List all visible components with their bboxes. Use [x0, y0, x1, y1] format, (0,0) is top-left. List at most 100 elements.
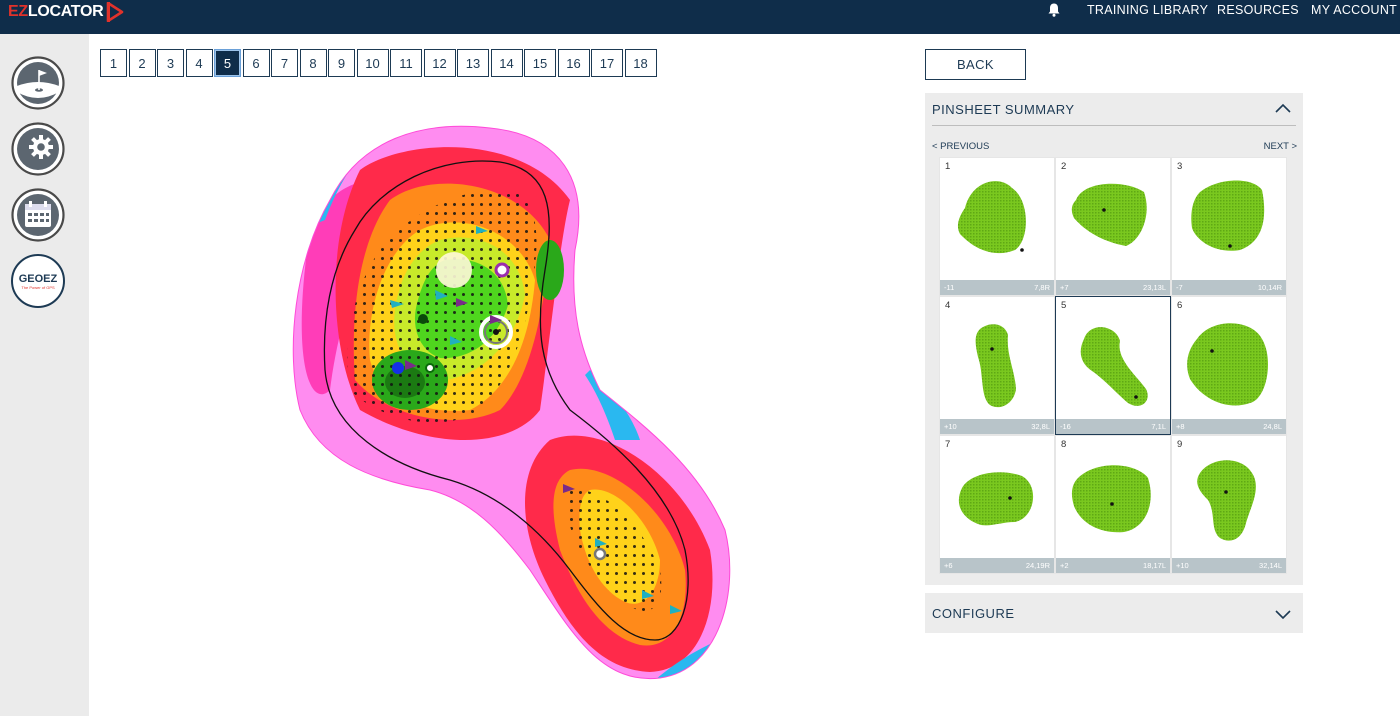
green-shape-icon: [1080, 327, 1148, 406]
card-footer: +7 23,13L: [1056, 280, 1170, 295]
ezlocator-logo[interactable]: EZLOCATOR: [8, 2, 124, 22]
card-offset-left: +10: [944, 422, 957, 431]
pinsheet-card-1[interactable]: 1 -11 7,8R: [939, 157, 1055, 296]
pin-position-dot: [1102, 208, 1106, 212]
card-offset-left: +6: [944, 561, 953, 570]
chevron-down-icon[interactable]: [1275, 608, 1291, 620]
card-offset-right: 32,14L: [1259, 561, 1282, 570]
pin-position-dot: [1134, 395, 1138, 399]
hole-button-2[interactable]: 2: [128, 49, 156, 77]
card-offset-right: 7,1L: [1151, 422, 1166, 431]
hole-button-3[interactable]: 3: [157, 49, 184, 77]
hole-button-1[interactable]: 1: [100, 49, 127, 77]
golf-hole-icon[interactable]: [11, 56, 65, 110]
pinsheet-card-7[interactable]: 7 +6 24,19R: [939, 435, 1055, 574]
logo-text-locator: LOCATOR: [27, 3, 104, 20]
settings-gear-icon[interactable]: [11, 122, 65, 176]
chevron-up-icon[interactable]: [1275, 102, 1291, 114]
divider: [932, 125, 1296, 126]
card-offset-right: 24,8L: [1263, 422, 1282, 431]
card-offset-left: +8: [1176, 422, 1185, 431]
previous-link[interactable]: < PREVIOUS: [932, 141, 989, 152]
card-footer: +6 24,19R: [940, 558, 1054, 573]
card-offset-left: -7: [1176, 283, 1183, 292]
pinsheet-summary-panel: PINSHEET SUMMARY < PREVIOUS NEXT > 1 -11 7…: [925, 93, 1303, 585]
card-offset-left: -11: [944, 283, 955, 292]
pinsheet-card-9[interactable]: 9 +10 32,14L: [1171, 435, 1287, 574]
green-slope-heatmap[interactable]: [270, 110, 750, 690]
pin-position-dot: [1228, 244, 1232, 248]
pinsheet-card-2[interactable]: 2 +7 23,13L: [1055, 157, 1171, 296]
hole-button-16[interactable]: 16: [557, 49, 590, 77]
configure-header[interactable]: CONFIGURE: [925, 593, 1303, 633]
card-footer: -16 7,1L: [1056, 419, 1170, 434]
hole-button-4[interactable]: 4: [185, 49, 213, 77]
next-link[interactable]: NEXT >: [1264, 141, 1297, 152]
pinsheet-card-4[interactable]: 4 +10 32,8L: [939, 296, 1055, 435]
green-shape-icon: [1187, 323, 1269, 406]
card-offset-right: 18,17L: [1143, 561, 1166, 570]
hole-button-12[interactable]: 12: [423, 49, 456, 77]
nav-resources[interactable]: RESOURCES: [1217, 3, 1299, 17]
hole-button-14[interactable]: 14: [490, 49, 523, 77]
hole-button-15[interactable]: 15: [524, 49, 556, 77]
green-shape-icon: [957, 181, 1026, 254]
pin-position-dot: [1210, 349, 1214, 353]
card-footer: -11 7,8R: [940, 280, 1054, 295]
card-offset-right: 7,8R: [1034, 283, 1050, 292]
green-shape-icon: [975, 324, 1016, 408]
pinsheet-card-3[interactable]: 3 -7 10,14R: [1171, 157, 1287, 296]
card-footer: +10 32,8L: [940, 419, 1054, 434]
hole-button-9[interactable]: 9: [328, 49, 355, 77]
geoez-logo[interactable]: GEOEZ The Power of GPS: [11, 254, 65, 308]
green-shape-icon: [1191, 180, 1265, 251]
card-footer: -7 10,14R: [1172, 280, 1286, 295]
pin-position-dot: [1224, 490, 1228, 494]
hole-button-8[interactable]: 8: [299, 49, 327, 77]
pinsheet-grid: 1 -11 7,8R 2 +7 23,13L 3 -7 10,14R 4 +10 32,8L 5 -16 7…: [939, 157, 1288, 574]
nav-my-account[interactable]: MY ACCOUNT: [1311, 3, 1397, 17]
sidebar: GEOEZ The Power of GPS: [0, 34, 89, 716]
top-nav-bar: EZLOCATOR TRAINING LIBRARY RESOURCES MY …: [0, 0, 1400, 34]
hole-button-7[interactable]: 7: [271, 49, 298, 77]
configure-panel: CONFIGURE: [925, 593, 1303, 633]
pin-position-dot: [1020, 248, 1024, 252]
notification-bell-icon[interactable]: [1046, 2, 1062, 18]
nav-training-library[interactable]: TRAINING LIBRARY: [1087, 3, 1208, 17]
hole-button-10[interactable]: 10: [356, 49, 389, 77]
back-button[interactable]: BACK: [925, 49, 1026, 80]
card-offset-right: 23,13L: [1143, 283, 1166, 292]
hole-button-11[interactable]: 11: [390, 49, 422, 77]
card-offset-left: -16: [1060, 422, 1071, 431]
pinsheet-summary-header[interactable]: PINSHEET SUMMARY: [925, 93, 1303, 125]
green-shape-icon: [1071, 465, 1151, 533]
geoez-logo-text: GEOEZ: [18, 272, 58, 285]
pinsheet-card-6[interactable]: 6 +8 24,8L: [1171, 296, 1287, 435]
green-shape-icon: [1197, 460, 1256, 541]
logo-text-ez: EZ: [8, 3, 28, 20]
green-shape-icon: [958, 472, 1034, 526]
card-offset-left: +2: [1060, 561, 1069, 570]
hole-button-6[interactable]: 6: [242, 49, 270, 77]
hole-button-18[interactable]: 18: [624, 49, 657, 77]
pin-position-dot: [1008, 496, 1012, 500]
calendar-icon[interactable]: [11, 188, 65, 242]
card-footer: +10 32,14L: [1172, 558, 1286, 573]
card-offset-right: 24,19R: [1025, 561, 1050, 570]
hole-button-5[interactable]: 5: [214, 49, 241, 77]
card-offset-left: +7: [1060, 283, 1069, 292]
card-offset-right: 10,14R: [1257, 283, 1282, 292]
hole-button-17[interactable]: 17: [591, 49, 623, 77]
pinsheet-card-5[interactable]: 5 -16 7,1L: [1055, 296, 1171, 435]
configure-title: CONFIGURE: [932, 605, 1015, 621]
geoez-logo-tagline: The Power of GPS: [21, 284, 55, 290]
pinsheet-card-8[interactable]: 8 +2 18,17L: [1055, 435, 1171, 574]
card-offset-left: +10: [1176, 561, 1189, 570]
hole-button-13[interactable]: 13: [457, 49, 489, 77]
hole-selector: 1 2 3 4 5 6 7 8 9 10 11 12 13 14 15 16 17 18: [100, 49, 658, 77]
card-footer: +8 24,8L: [1172, 419, 1286, 434]
pin-position-dot: [990, 347, 994, 351]
logo-play-icon: [107, 2, 124, 22]
card-footer: +2 18,17L: [1056, 558, 1170, 573]
pin-position-dot: [1110, 502, 1114, 506]
